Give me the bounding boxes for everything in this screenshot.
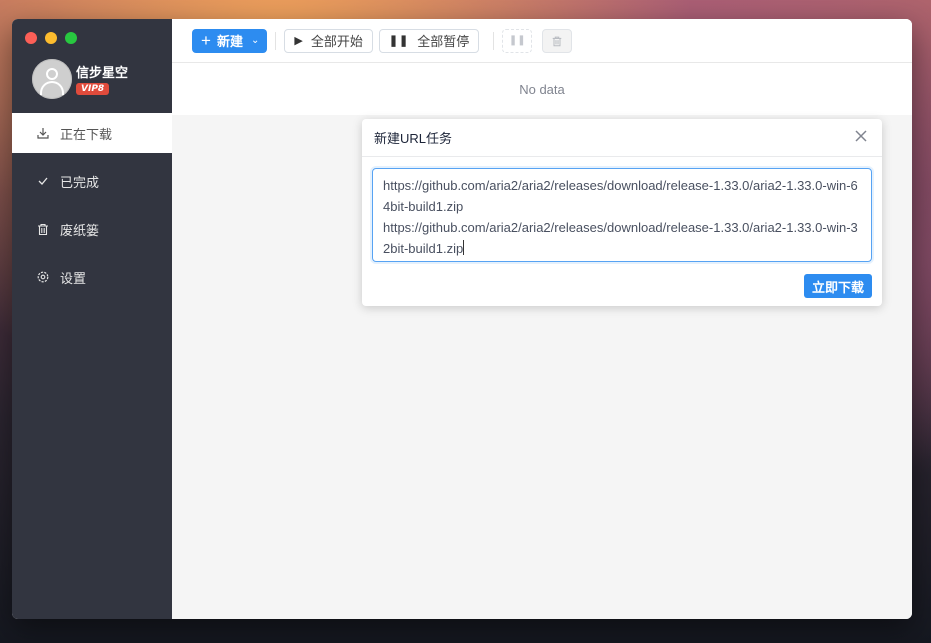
sidebar-item-label: 正在下载	[60, 126, 113, 142]
text-cursor	[463, 240, 465, 255]
window-controls	[25, 32, 77, 44]
new-task-label: 新建	[216, 34, 243, 49]
user-profile[interactable]: 信步星空 VIP8	[32, 59, 128, 99]
toolbar-divider	[493, 31, 495, 50]
trash-icon	[38, 223, 48, 236]
sidebar-nav: 正在下载 已完成 废纸篓 设置	[12, 113, 172, 305]
sidebar-item-label: 废纸篓	[60, 222, 100, 238]
download-now-button[interactable]: 立即下载	[803, 274, 872, 298]
sidebar-item-downloading[interactable]: 正在下载	[12, 113, 172, 153]
minimize-window-button[interactable]	[45, 32, 57, 44]
empty-state: No data	[172, 63, 912, 115]
chevron-down-icon: ⌄	[250, 35, 260, 46]
sidebar-item-settings[interactable]: 设置	[12, 257, 172, 297]
close-window-button[interactable]	[25, 32, 37, 44]
gear-icon	[37, 271, 49, 283]
pause-icon: ❚❚	[388, 35, 410, 47]
pause-selected-button[interactable]: ❚❚	[502, 28, 533, 53]
sidebar-item-label: 设置	[60, 270, 87, 286]
pause-all-label: 全部暂停	[417, 34, 470, 49]
close-icon[interactable]	[854, 129, 868, 143]
sidebar: 信步星空 VIP8 正在下载 已完成 废纸篓 设置	[12, 19, 172, 619]
sidebar-item-trash[interactable]: 废纸篓	[12, 209, 172, 249]
download-icon	[37, 128, 49, 139]
pause-icon: ❚❚	[508, 35, 526, 46]
vip-badge: VIP8	[76, 82, 110, 95]
avatar[interactable]	[32, 59, 72, 99]
main-content: + 新建 ⌄ ▶ 全部开始 ❚❚ 全部暂停 ❚❚ No data 新建URL任务…	[172, 19, 912, 619]
new-url-task-dialog: 新建URL任务 https://github.com/aria2/aria2/r…	[362, 119, 882, 306]
url-textarea[interactable]: https://github.com/aria2/aria2/releases/…	[372, 168, 872, 262]
dialog-header: 新建URL任务	[362, 119, 882, 157]
maximize-window-button[interactable]	[65, 32, 77, 44]
check-icon	[38, 177, 48, 185]
start-all-label: 全部开始	[310, 34, 363, 49]
play-icon: ▶	[294, 35, 303, 47]
sidebar-item-label: 已完成	[60, 174, 100, 190]
plus-icon: +	[201, 30, 211, 50]
pause-all-button[interactable]: ❚❚ 全部暂停	[378, 28, 480, 53]
sidebar-item-completed[interactable]: 已完成	[12, 161, 172, 201]
start-all-button[interactable]: ▶ 全部开始	[284, 28, 373, 53]
app-window: 信步星空 VIP8 正在下载 已完成 废纸篓 设置 + 新建 ⌄ ▶ 全部开始 …	[12, 19, 912, 619]
url-text: https://github.com/aria2/aria2/releases/…	[383, 178, 858, 256]
username: 信步星空	[76, 64, 129, 80]
trash-icon	[552, 36, 562, 46]
delete-selected-button[interactable]	[542, 28, 573, 53]
toolbar-divider	[275, 31, 277, 50]
new-task-button[interactable]: + 新建 ⌄	[192, 28, 268, 53]
dialog-title: 新建URL任务	[374, 131, 453, 146]
toolbar: + 新建 ⌄ ▶ 全部开始 ❚❚ 全部暂停 ❚❚	[172, 19, 912, 63]
